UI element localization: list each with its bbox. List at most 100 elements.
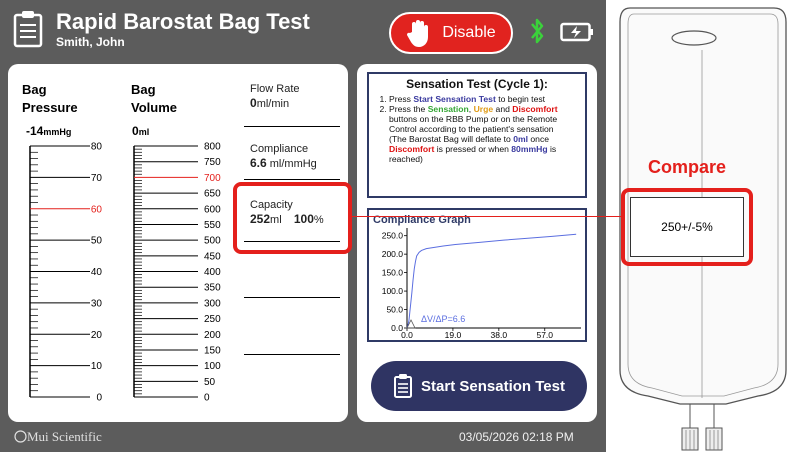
pressure-tick-label: 60 [91,204,103,215]
volume-readout: 0ml [132,124,149,138]
divider [244,354,340,355]
sensation-panel: Sensation Test (Cycle 1): Press Start Se… [357,64,597,422]
compare-label: Compare [648,157,727,177]
pressure-tick-label: 70 [91,173,103,184]
power-icon [14,430,27,443]
note-text: once [528,134,550,144]
pressure-tick-label: 50 [91,236,103,247]
bluetooth-icon [531,18,544,44]
hand-stop-icon [407,20,429,47]
step-highlight: Discomfort [512,104,558,114]
step-highlight: Urge [473,104,494,114]
pressure-title-line2: Pressure [22,100,78,115]
volume-tick-label: 400 [204,267,221,278]
step-highlight: Sensation [427,104,469,114]
volume-tick-label: 150 [204,345,221,356]
note-text: is pressed or when [434,144,512,154]
compliance-chart: Compliance Graph250.0200.0150.0100.050.0… [373,214,581,340]
instruction-list: Press Start Sensation Test to begin test… [375,94,579,134]
pressure-title-line1: Bag [22,82,47,97]
volume-tick-label: 600 [204,204,221,215]
capacity-highlight-box [233,182,352,254]
step-text: Press [389,94,414,104]
compliance-value: 6.6 [250,156,267,170]
chart-y-tick-label: 200.0 [382,249,404,259]
pressure-tick-label: 20 [91,330,103,341]
volume-tick-label: 750 [204,157,221,168]
step-text: to begin test [495,94,546,104]
divider [244,126,340,127]
pressure-tick-label: 30 [91,298,103,309]
compliance-graph: Compliance Graph 250.0 200.0 150.0 100.0 50.0… [367,208,587,342]
compliance-readout: Compliance 6.6 ml/mmHg [250,142,317,171]
connector-line [352,216,621,217]
pressure-tick-label: 40 [91,267,103,278]
pressure-tick-label: 0 [96,393,102,404]
volume-tick-label: 300 [204,298,221,309]
pressure-value: -14 [26,124,44,138]
clipboard-icon [13,11,43,48]
chart-x-tick-label: 38.0 [491,330,508,340]
chart-x-tick-label: 57.0 [536,330,553,340]
pressure-tick-label: 10 [91,361,103,372]
volume-tick-label: 700 [204,173,221,184]
instruction-step-2: Press the Sensation, Urge and Discomfort… [389,104,579,134]
volume-tick-label: 50 [204,377,216,388]
volume-tick-label: 800 [204,142,221,153]
datetime: 03/05/2026 02:18 PM [459,430,574,444]
volume-title-line1: Bag [131,82,156,97]
start-sensation-test-button[interactable]: Start Sensation Test [371,361,587,411]
app-title: Rapid Barostat Bag Test [56,9,310,34]
divider [244,179,340,180]
sensation-instructions: Sensation Test (Cycle 1): Press Start Se… [367,72,587,198]
volume-tick-label: 0 [204,393,210,404]
flow-rate-label: Flow Rate [250,83,300,95]
flow-rate-unit: ml/min [256,98,290,110]
chart-y-tick-label: 150.0 [382,268,404,278]
chart-y-tick-label: 50.0 [386,305,403,315]
volume-tick-label: 550 [204,220,221,231]
instruction-step-1: Press Start Sensation Test to begin test [389,94,579,104]
chart-x-tick-label: 19.0 [445,330,462,340]
divider [244,297,340,298]
note-highlight: Discomfort [389,144,435,154]
step-text: buttons on the RBB Pump or on the Remote… [389,114,558,134]
sensation-title: Sensation Test (Cycle 1): [406,77,548,91]
pressure-unit: mmHg [43,127,72,137]
volume-value: 0 [132,124,139,138]
brand-footer: Mui Scientific [14,429,102,445]
step-highlight: Start Sensation Test [413,94,496,104]
start-sensation-test-label: Start Sensation Test [421,377,565,395]
pressure-readout: -14mmHg [26,124,71,138]
battery-icon [560,22,593,42]
volume-tick-label: 500 [204,236,221,247]
volume-tick-label: 200 [204,330,221,341]
deflate-note: (The Barostat Bag will deflate to 0ml on… [375,134,579,164]
volume-tick-label: 100 [204,361,221,372]
spec-highlight-box [621,188,753,266]
chart-y-tick-label: 100.0 [382,286,404,296]
chart-annotation: ΔV/ΔP=6.6 [421,314,465,324]
chart-y-tick-label: 250.0 [382,231,404,241]
compliance-unit: ml/mmHg [269,158,317,170]
volume-tick-label: 650 [204,189,221,200]
note-highlight: 80mmHg [511,144,548,154]
step-text: and [493,104,513,114]
volume-tick-label: 450 [204,251,221,262]
step-text: Press the [389,104,428,114]
chart-x-tick-label: 0.0 [401,330,413,340]
note-text: (The Barostat Bag will deflate to [389,134,514,144]
flow-rate-readout: Flow Rate 0ml/min [250,82,300,111]
volume-unit: ml [138,127,150,137]
compliance-label: Compliance [250,143,309,155]
volume-tick-label: 350 [204,283,221,294]
patient-name: Smith, John [56,35,125,49]
flow-rate-value: 0 [250,96,257,110]
clipboard-icon [394,374,413,398]
volume-title-line2: Volume [131,100,177,115]
note-highlight: 0ml [513,134,529,144]
pressure-tick-label: 80 [91,142,103,153]
brand-name: Mui Scientific [27,429,102,444]
disable-button[interactable]: Disable [389,12,513,54]
volume-tick-label: 250 [204,314,221,325]
